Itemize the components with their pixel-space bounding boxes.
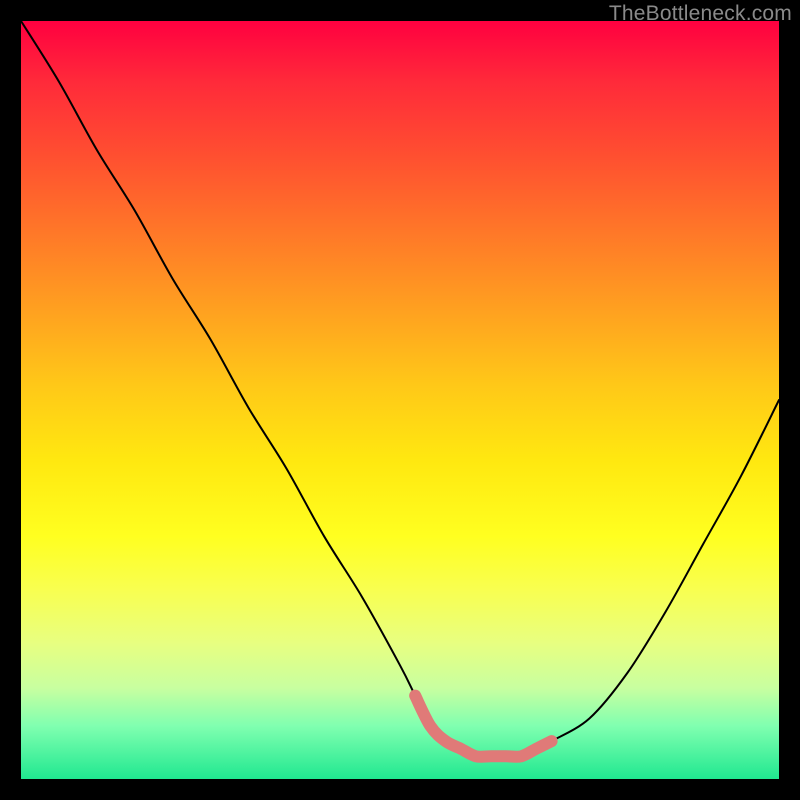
bottleneck-curve-line [21, 21, 779, 757]
marker-segment [415, 696, 551, 757]
plot-area [21, 21, 779, 779]
chart-svg [21, 21, 779, 779]
chart-frame: TheBottleneck.com [0, 0, 800, 800]
